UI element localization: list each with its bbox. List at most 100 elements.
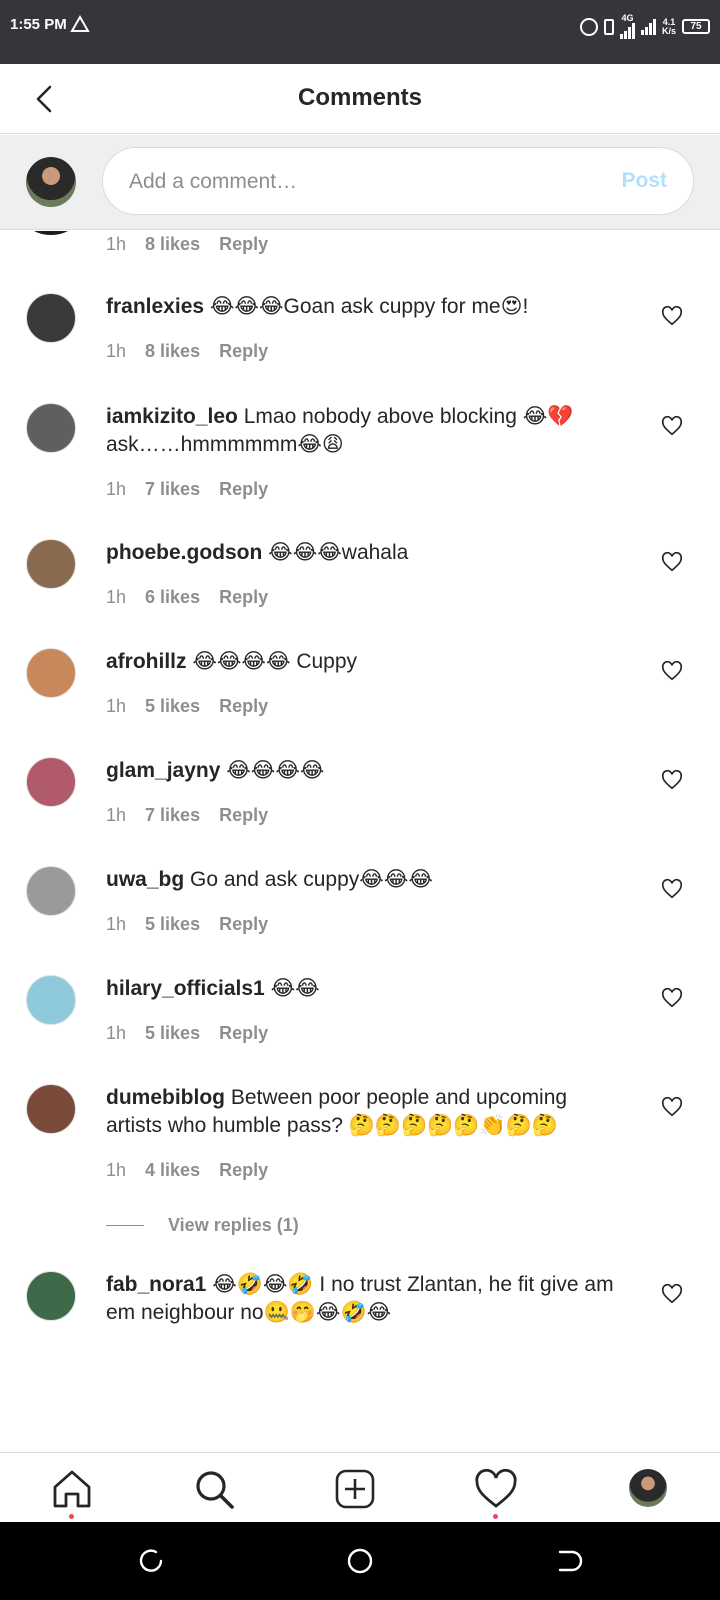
comments-list[interactable]: 1h 8 likes Reply franlexies 😂😂😂Goan ask … <box>0 231 720 1451</box>
avatar[interactable] <box>26 866 76 916</box>
reply-button[interactable]: Reply <box>219 587 268 608</box>
comment-body: 😂😂😂😂 Cuppy <box>186 650 358 673</box>
likes-count[interactable]: 7 likes <box>145 805 200 826</box>
like-heart-icon[interactable] <box>661 769 683 791</box>
avatar[interactable] <box>26 293 76 343</box>
comment-text: afrohillz 😂😂😂😂 Cuppy <box>106 648 621 676</box>
status-icons: 4G 4.1 K/s 75 <box>579 14 710 39</box>
comment-username[interactable]: iamkizito_leo <box>106 405 238 428</box>
reply-button[interactable]: Reply <box>219 1160 268 1181</box>
comment-username[interactable]: fab_nora1 <box>106 1273 206 1296</box>
alarm-icon <box>579 17 598 36</box>
comment-username[interactable]: hilary_officials1 <box>106 977 265 1000</box>
comment-time: 1h <box>106 914 127 934</box>
comment-username[interactable]: uwa_bg <box>106 868 184 891</box>
divider-line <box>106 1225 144 1226</box>
like-heart-icon[interactable] <box>661 878 683 900</box>
comment-meta: 1h 8 likes Reply <box>106 234 268 255</box>
avatar[interactable] <box>26 648 76 698</box>
warning-icon <box>70 15 90 32</box>
comment-username[interactable]: glam_jayny <box>106 759 220 782</box>
back-system-icon[interactable] <box>554 1546 584 1576</box>
likes-count[interactable]: 4 likes <box>145 1160 200 1181</box>
likes-count[interactable]: 6 likes <box>145 587 200 608</box>
avatar[interactable] <box>26 757 76 807</box>
comment-body: Go and ask cuppy😂😂😂 <box>184 868 433 891</box>
comment-username[interactable]: dumebiblog <box>106 1086 225 1109</box>
reply-button[interactable]: Reply <box>219 234 268 255</box>
bottom-navigation <box>0 1452 720 1522</box>
home-notification-dot <box>69 1514 74 1519</box>
new-post-icon[interactable] <box>333 1467 377 1511</box>
comment-text: dumebiblog Between poor people and upcom… <box>106 1084 621 1140</box>
current-user-avatar <box>26 157 76 207</box>
comment-meta: 1h 5 likes Reply <box>106 914 268 935</box>
view-replies-button[interactable]: View replies (1) <box>106 1215 299 1236</box>
comment-time: 1h <box>106 479 127 499</box>
avatar[interactable] <box>26 403 76 453</box>
comment-username[interactable]: phoebe.godson <box>106 541 262 564</box>
like-heart-icon[interactable] <box>661 551 683 573</box>
net-speed: 4.1 K/s <box>661 16 676 36</box>
activity-heart-icon[interactable] <box>474 1467 518 1511</box>
comment-time: 1h <box>106 805 127 825</box>
likes-count[interactable]: 8 likes <box>145 341 200 362</box>
likes-count[interactable]: 5 likes <box>145 696 200 717</box>
comment-body: 😂😂😂😂 <box>220 759 325 782</box>
recent-apps-icon[interactable] <box>136 1546 166 1576</box>
search-icon[interactable] <box>192 1467 236 1511</box>
comments-header: Comments <box>0 64 720 134</box>
avatar[interactable] <box>26 975 76 1025</box>
avatar[interactable] <box>26 1084 76 1134</box>
profile-avatar[interactable] <box>629 1469 667 1507</box>
like-heart-icon[interactable] <box>661 1283 683 1305</box>
comment-body: 😂😂 <box>264 977 320 1000</box>
likes-count[interactable]: 5 likes <box>145 914 200 935</box>
like-heart-icon[interactable] <box>661 1096 683 1118</box>
comment-input[interactable]: Add a comment… Post <box>102 147 694 215</box>
comment-input-placeholder: Add a comment… <box>129 170 298 193</box>
system-navigation-bar <box>0 1522 720 1600</box>
comment-time: 1h <box>106 1023 127 1043</box>
reply-button[interactable]: Reply <box>219 1023 268 1044</box>
avatar[interactable] <box>26 539 76 589</box>
home-circle-icon[interactable] <box>345 1546 375 1576</box>
comment-time: 1h <box>106 341 127 361</box>
reply-button[interactable]: Reply <box>219 479 268 500</box>
comment-text: fab_nora1 😂🤣😂🤣 I no trust Zlantan, he fi… <box>106 1271 621 1327</box>
reply-button[interactable]: Reply <box>219 696 268 717</box>
comment-text: iamkizito_leo Lmao nobody above blocking… <box>106 403 621 459</box>
signal-icon <box>619 23 635 39</box>
home-icon[interactable] <box>50 1467 94 1511</box>
like-heart-icon[interactable] <box>661 660 683 682</box>
vibrate-icon <box>603 18 614 35</box>
likes-count[interactable]: 7 likes <box>145 479 200 500</box>
likes-count[interactable]: 8 likes <box>145 234 200 255</box>
comment-text: uwa_bg Go and ask cuppy😂😂😂 <box>106 866 621 894</box>
comment-meta: 1h 6 likes Reply <box>106 587 268 608</box>
activity-notification-dot <box>493 1514 498 1519</box>
comment-meta: 1h 8 likes Reply <box>106 341 268 362</box>
comment-username[interactable]: afrohillz <box>106 650 187 673</box>
comment-text: hilary_officials1 😂😂 <box>106 975 621 1003</box>
like-heart-icon[interactable] <box>661 987 683 1009</box>
like-heart-icon[interactable] <box>661 305 683 327</box>
avatar <box>26 231 76 235</box>
like-heart-icon[interactable] <box>661 415 683 437</box>
comment-time: 1h <box>106 587 127 607</box>
comment-text: glam_jayny 😂😂😂😂 <box>106 757 621 785</box>
likes-count[interactable]: 5 likes <box>145 1023 200 1044</box>
comment-meta: 1h 7 likes Reply <box>106 805 268 826</box>
reply-button[interactable]: Reply <box>219 914 268 935</box>
post-button[interactable]: Post <box>621 169 667 193</box>
signal-icon-2 <box>640 18 656 35</box>
comment-text: phoebe.godson 😂😂😂wahala <box>106 539 621 567</box>
reply-button[interactable]: Reply <box>219 805 268 826</box>
comment-body: 😂😂😂wahala <box>262 541 409 564</box>
comment-username[interactable]: franlexies <box>106 295 204 318</box>
avatar[interactable] <box>26 1271 76 1321</box>
comment-time: 1h <box>106 234 127 254</box>
comment-body: 😂😂😂Goan ask cuppy for me😍! <box>204 295 529 318</box>
reply-button[interactable]: Reply <box>219 341 268 362</box>
comment-time: 1h <box>106 696 127 716</box>
